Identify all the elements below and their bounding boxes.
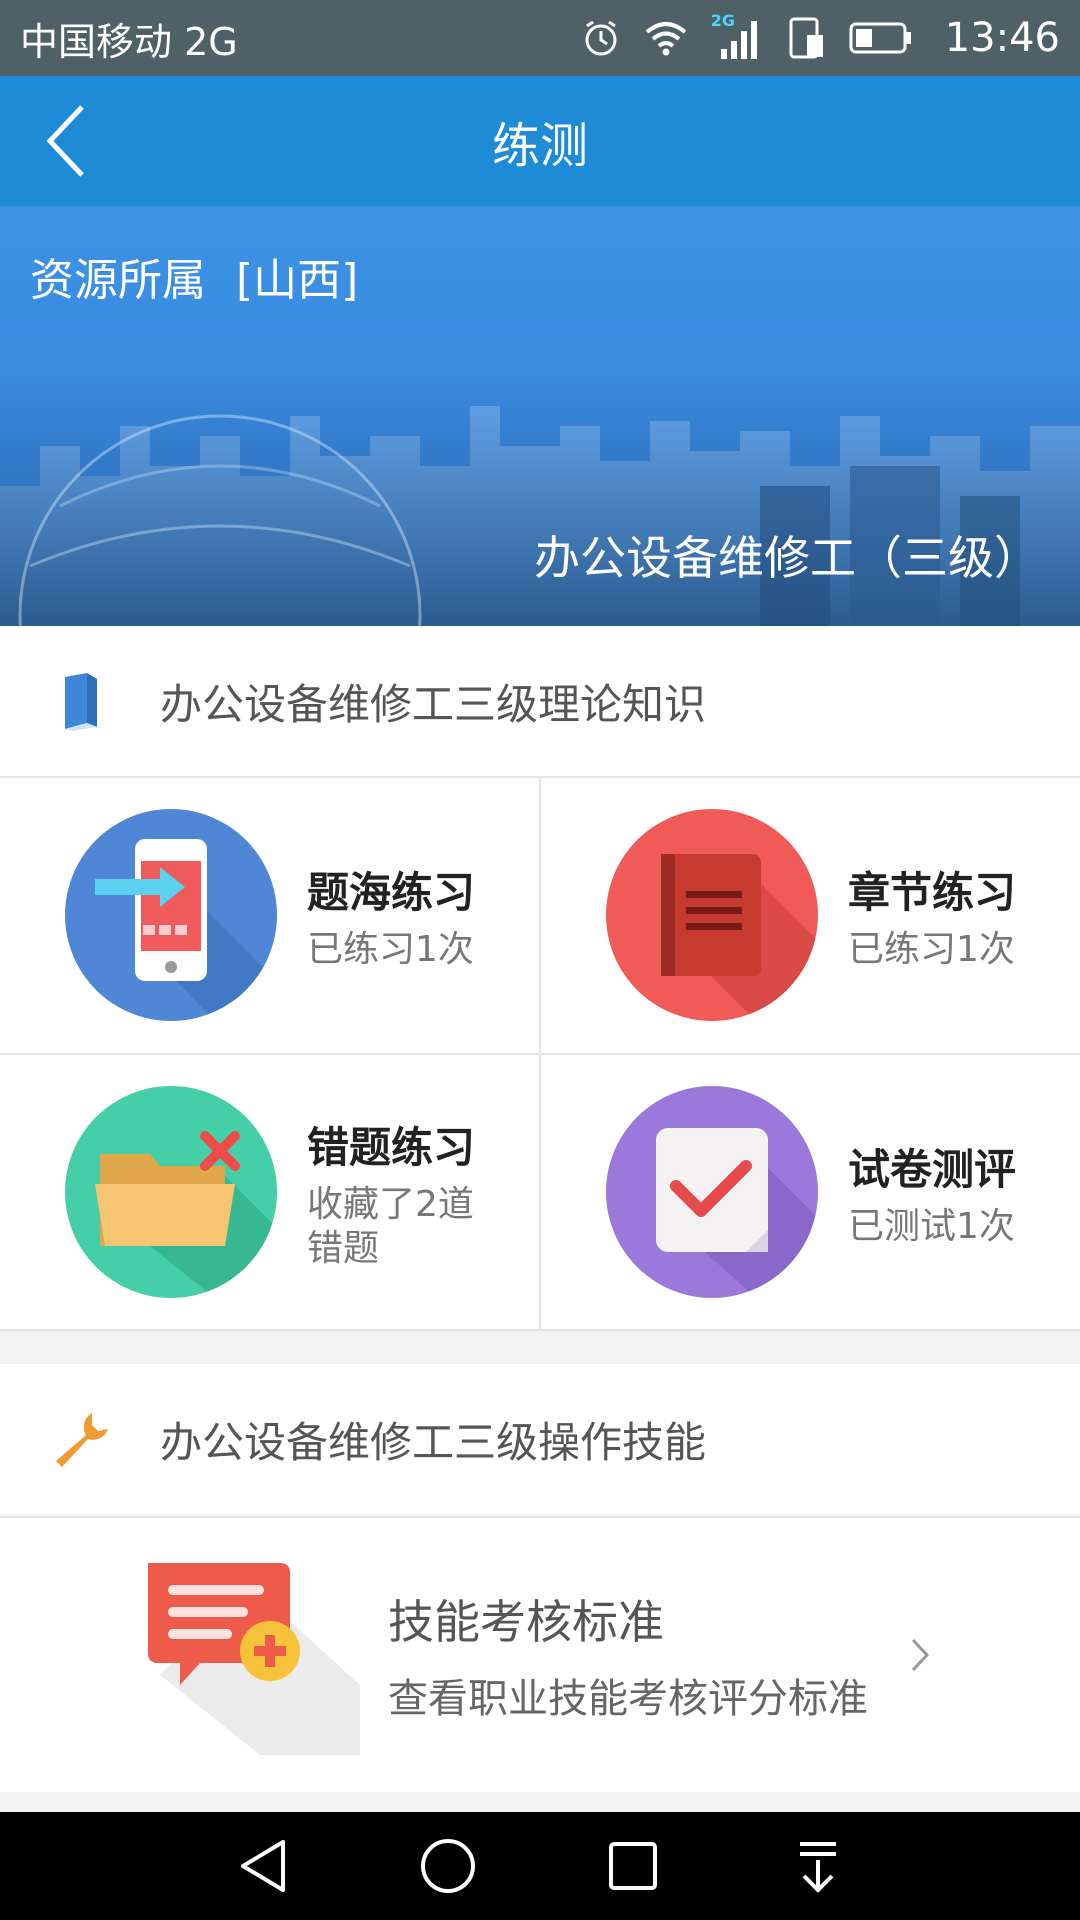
standard-doc-icon (140, 1555, 360, 1755)
title-bar: 练测 (0, 76, 1080, 206)
practice-grid: 题海练习 已练习1次 章节练习 已练习1次 错题练习 收藏了2道错题 试卷测评 … (0, 776, 1080, 1331)
skill-row-title: 技能考核标准 (388, 1595, 664, 1649)
course-banner: 资源所属 [山西] 办公设备维修工（三级） (0, 206, 1080, 626)
chevron-right-icon (911, 1638, 930, 1672)
chapter-book-icon (606, 809, 818, 1021)
item-title: 错题练习 (307, 1123, 476, 1173)
item-title: 试卷测评 (848, 1144, 1017, 1194)
sim-icon (789, 17, 823, 59)
system-nav-bar (0, 1812, 1080, 1920)
signal-icon: 2G (711, 11, 765, 61)
clock: 13:46 (944, 15, 1060, 61)
phone-practice-icon (65, 809, 277, 1021)
chapter-practice[interactable]: 章节练习 已练习1次 (541, 778, 1080, 1052)
alarm-icon (585, 20, 617, 56)
skill-row-subtitle: 查看职业技能考核评分标准 (388, 1676, 868, 1722)
wrong-question-practice[interactable]: 错题练习 收藏了2道错题 (0, 1055, 539, 1329)
back-triangle-icon[interactable] (233, 1836, 293, 1896)
book-icon (65, 673, 97, 731)
network-badge: 2G (710, 11, 735, 30)
skill-section-header: 办公设备维修工三级操作技能 (0, 1364, 1080, 1514)
status-bar: 中国移动 2G 2G 13:46 (0, 0, 1080, 76)
back-arrow-icon (46, 105, 84, 177)
skill-section-title: 办公设备维修工三级操作技能 (160, 1417, 707, 1467)
course-name: 办公设备维修工（三级） (534, 531, 1040, 585)
item-title: 章节练习 (848, 867, 1017, 917)
item-title: 题海练习 (307, 867, 476, 917)
home-circle-icon[interactable] (418, 1836, 478, 1896)
recents-square-icon[interactable] (603, 1836, 663, 1896)
resource-region: [山西] (236, 255, 359, 306)
theory-section-title: 办公设备维修工三级理论知识 (160, 679, 707, 729)
notification-pull-icon[interactable] (788, 1836, 848, 1896)
item-status: 已测试1次 (848, 1205, 1015, 1247)
carrier-label: 中国移动 2G (20, 19, 238, 64)
battery-icon (849, 22, 911, 54)
skill-standard-row[interactable]: 技能考核标准 查看职业技能考核评分标准 (0, 1516, 1080, 1792)
wrench-icon (56, 1413, 108, 1467)
wrong-folder-icon (65, 1086, 277, 1298)
status-icons: 2G 13:46 (581, 11, 1060, 61)
question-sea-practice[interactable]: 题海练习 已练习1次 (0, 778, 539, 1052)
item-status: 收藏了2道错题 (307, 1184, 474, 1269)
exam-check-icon (606, 1086, 818, 1298)
item-status: 已练习1次 (307, 928, 474, 970)
back-button[interactable] (26, 100, 106, 182)
theory-section-header: 办公设备维修工三级理论知识 (0, 626, 1080, 776)
resource-belonging: 资源所属 [山西] (30, 244, 358, 308)
resource-label: 资源所属 (30, 255, 206, 306)
page-title: 练测 (491, 118, 588, 174)
item-status: 已练习1次 (848, 928, 1015, 970)
wifi-icon (645, 22, 687, 56)
exam-evaluation[interactable]: 试卷测评 已测试1次 (541, 1055, 1080, 1329)
